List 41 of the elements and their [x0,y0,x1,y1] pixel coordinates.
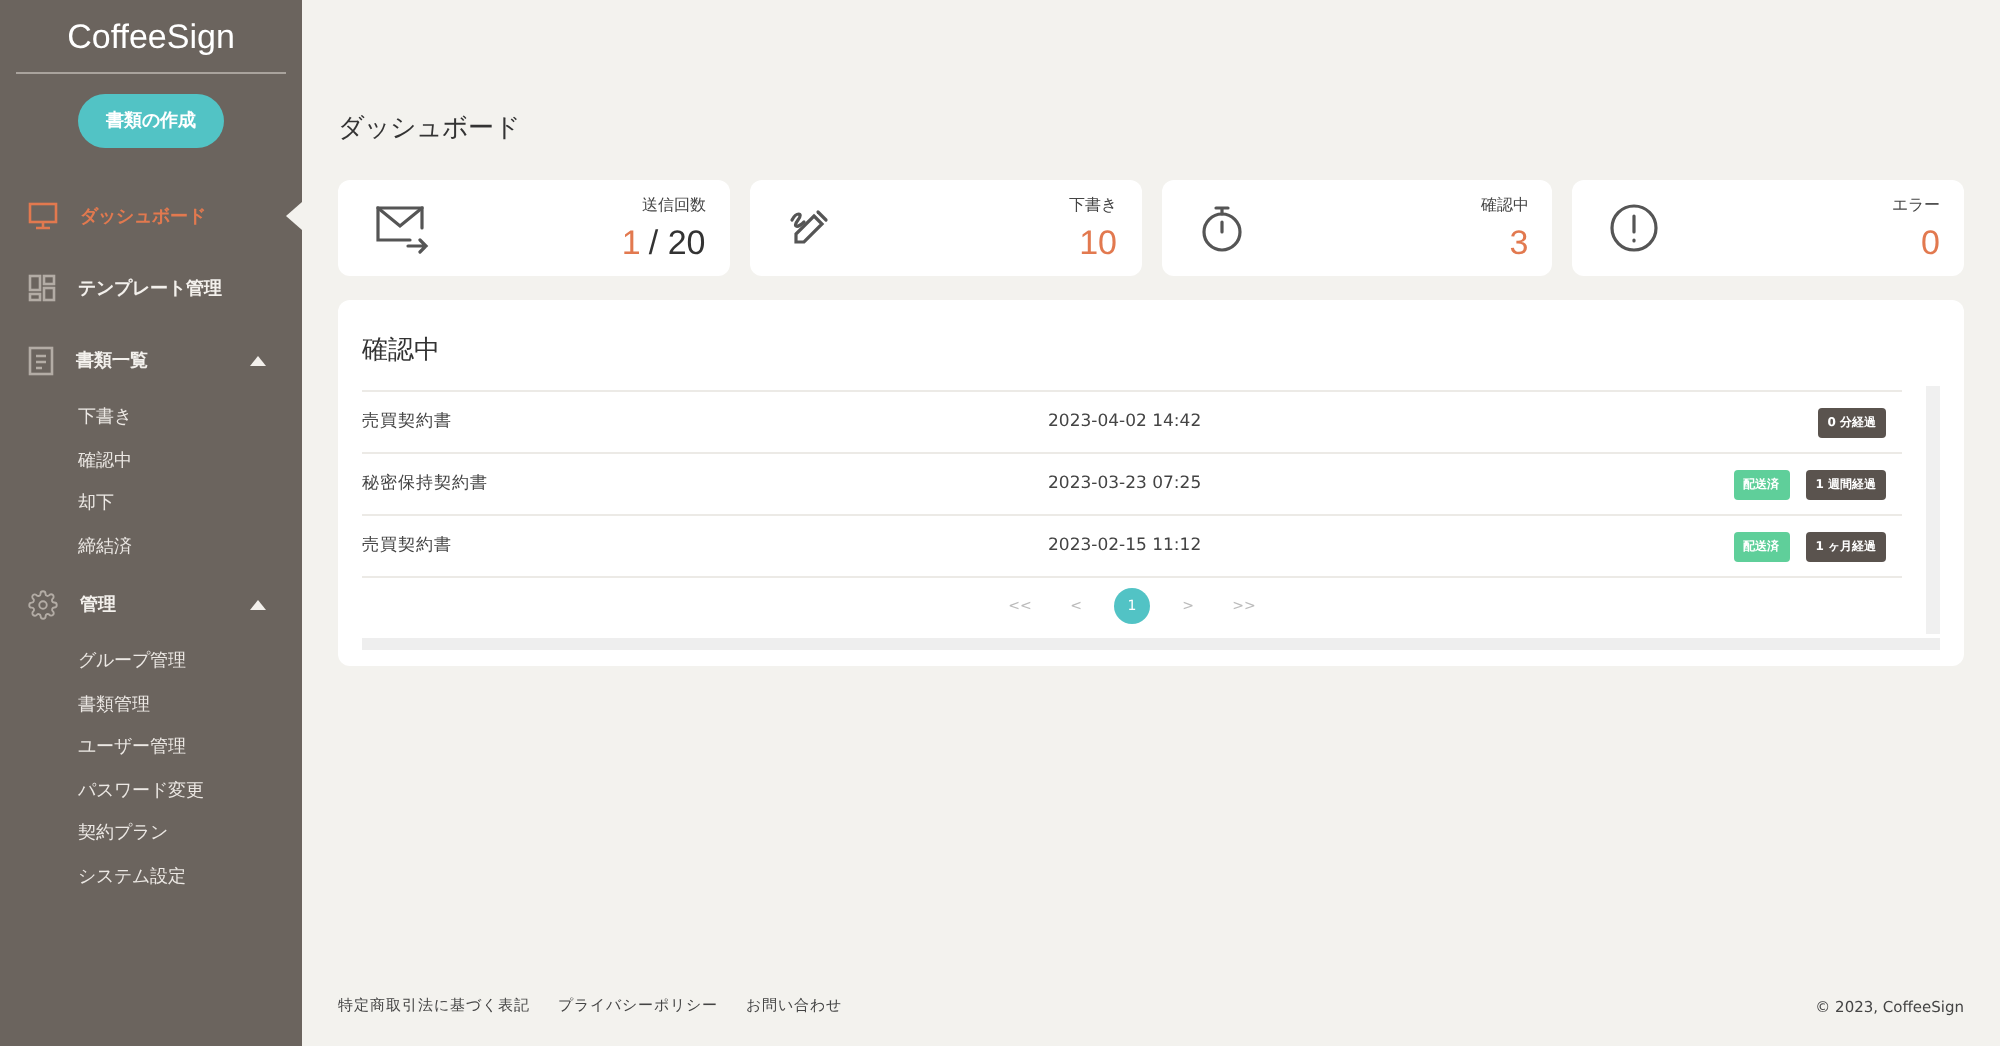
sidebar-subitem[interactable]: 確認中 [0,439,302,482]
stat-value: 1 [621,223,641,263]
stat-value: 10 [1079,223,1117,263]
stat-label: 送信回数 [641,193,706,215]
stat-label: 確認中 [1480,193,1529,215]
brand-logo: CoffeeSign [16,0,286,74]
caret-icon [250,599,266,609]
document-date: 2023-02-15 11:12 [1048,536,1204,556]
active-pointer [286,202,302,230]
stat-value: 3 [1509,223,1529,263]
document-name: 売買契約書 [362,410,454,434]
stat-total: / 20 [648,223,706,263]
sidebar-item[interactable]: 書類一覧 [0,324,302,396]
sidebar-item[interactable]: テンプレート管理 [0,252,302,324]
stat-label: エラー [1892,193,1940,215]
document-date: 2023-03-23 07:25 [1048,474,1204,494]
stopwatch-icon [1197,202,1245,254]
sidebar-subitem[interactable]: 下書き [0,396,302,439]
page-title: ダッシュボード [338,112,522,146]
sidebar-subitem[interactable]: グループ管理 [0,640,302,683]
sidebar-item[interactable]: 管理 [0,568,302,640]
alert-icon [1608,202,1661,254]
document-date: 2023-04-02 14:42 [1048,412,1204,432]
caret-icon [250,355,266,365]
sidebar-subitem[interactable]: 締結済 [0,525,302,568]
sidebar-subitem[interactable]: ユーザー管理 [0,726,302,769]
sidebar-subitem[interactable]: 却下 [0,482,302,525]
mail-send-icon [374,202,430,254]
sidebar-subitem[interactable]: パスワード変更 [0,769,302,812]
document-name: 秘密保持契約書 [362,472,490,496]
sidebar-subitem[interactable]: システム設定 [0,855,302,898]
panel-title: 確認中 [362,334,442,368]
stat-value: 0 [1921,223,1940,263]
document-name: 売買契約書 [362,534,454,558]
stat-label: 下書き [1069,193,1117,215]
settings-icon [28,589,58,619]
document-icon [28,345,54,375]
sidebar-subitem[interactable]: 契約プラン [0,812,302,855]
grid-icon [28,274,56,302]
monitor-icon [28,202,58,230]
sidebar-subitem[interactable]: 書類管理 [0,683,302,726]
